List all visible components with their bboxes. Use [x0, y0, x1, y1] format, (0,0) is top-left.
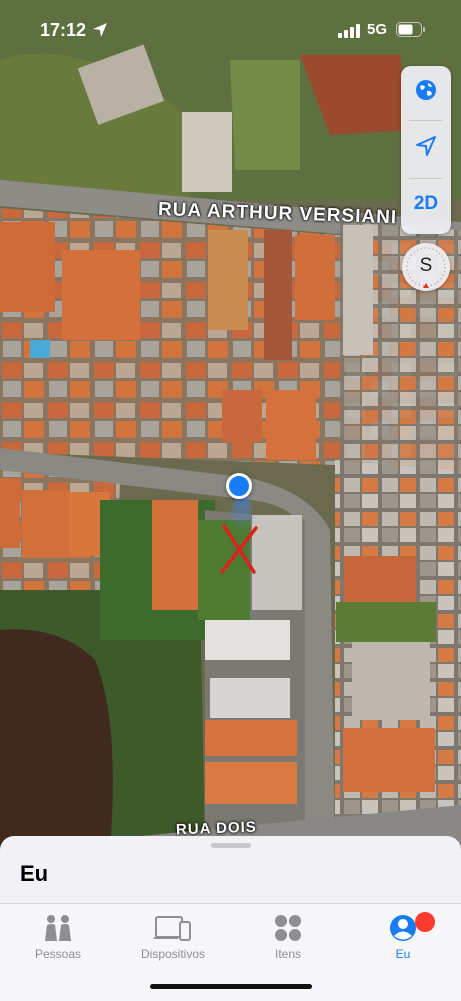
red-x-annotation	[220, 524, 258, 574]
location-arrow-icon	[93, 23, 107, 37]
status-bar: 17:12 5G	[0, 0, 461, 58]
devices-icon	[154, 916, 191, 941]
satellite-map[interactable]: RUA ARTHUR VERSIANI RUA DOIS	[0, 0, 461, 850]
globe-icon	[416, 80, 436, 100]
sheet-title: Eu	[20, 861, 49, 886]
user-location-marker[interactable]	[226, 473, 252, 499]
sheet-grabber[interactable]	[211, 843, 251, 848]
tab-itens[interactable]: Itens	[233, 910, 343, 961]
tab-dispositivos[interactable]: Dispositivos	[118, 910, 228, 961]
tab-label: Dispositivos	[140, 947, 206, 961]
map-mode-button[interactable]	[401, 66, 451, 114]
network-type: 5G	[367, 21, 388, 38]
people-icon	[45, 915, 71, 941]
location-arrow-icon	[416, 136, 436, 156]
tab-label: Eu	[395, 947, 411, 961]
person-circle-icon	[390, 915, 416, 941]
locate-me-button[interactable]	[401, 122, 451, 170]
tab-eu[interactable]: Eu	[348, 910, 458, 961]
view-2d-toggle[interactable]: 2D	[401, 180, 451, 228]
status-time: 17:12	[40, 20, 87, 40]
tab-pessoas[interactable]: Pessoas	[3, 910, 113, 961]
signal-icon	[338, 24, 360, 38]
map-imagery	[0, 0, 461, 850]
battery-icon	[396, 22, 425, 37]
map-controls: 2D	[401, 66, 451, 234]
items-grid-icon	[275, 915, 301, 941]
divider	[409, 178, 443, 179]
compass-heading: S	[419, 255, 433, 276]
tab-label: Pessoas	[34, 947, 82, 961]
divider	[409, 120, 443, 121]
home-indicator[interactable]	[150, 984, 312, 989]
notification-badge	[415, 912, 435, 932]
compass-button[interactable]: S	[402, 243, 450, 291]
bottom-sheet[interactable]: Eu	[0, 836, 461, 906]
tab-label: Itens	[274, 947, 301, 961]
